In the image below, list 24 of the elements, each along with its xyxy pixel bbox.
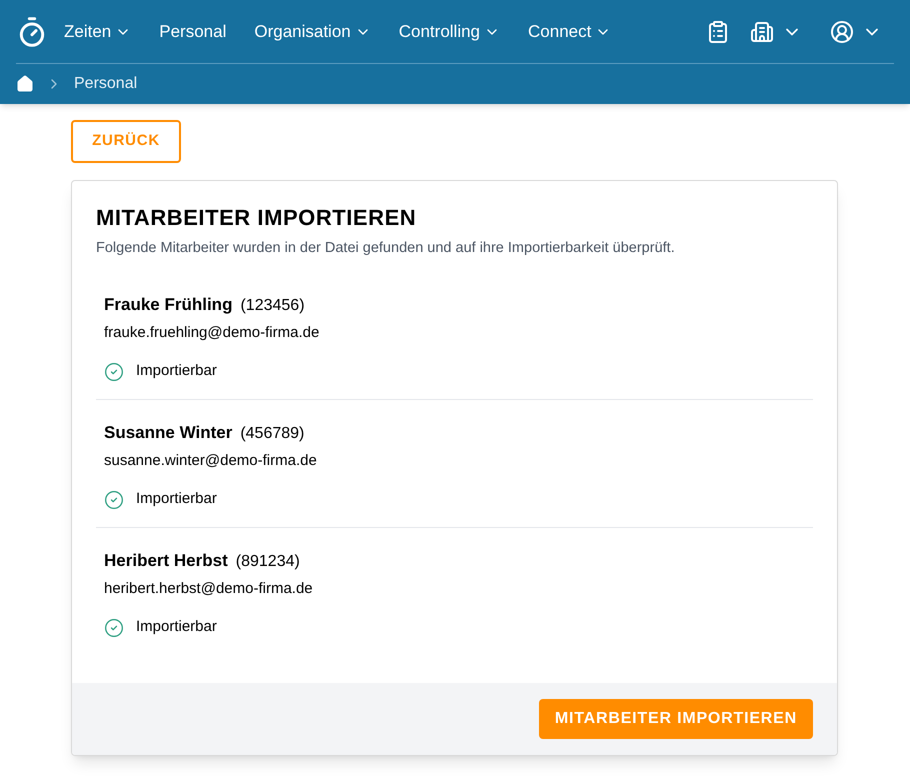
breadcrumb-item[interactable]: Personal	[74, 72, 138, 96]
card-title: MITARBEITER IMPORTIEREN	[96, 204, 418, 232]
employee-number: (891234)	[236, 552, 300, 572]
import-status: Importierbar	[136, 617, 217, 638]
card-subtitle: Folgende Mitarbeiter wurden in der Datei gefunden und auf ihre Importierbarkeit überprüft.	[96, 239, 676, 258]
employee-name: Frauke Frühling	[104, 294, 232, 316]
employee-name: Heribert Herbst	[104, 550, 228, 572]
employee-number: (456789)	[240, 424, 304, 444]
employee-email: frauke.fruehling@demo-firma.de	[104, 322, 320, 343]
employee-name: Susanne Winter	[104, 422, 232, 444]
user-avatar-icon[interactable]	[830, 20, 854, 44]
nav-menu-item[interactable]: Organisation	[254, 18, 371, 44]
home-icon[interactable]	[16, 75, 34, 93]
import-status: Importierbar	[136, 489, 217, 510]
nav-menu-item[interactable]: Connect	[528, 18, 612, 44]
documents-icon[interactable]	[706, 20, 730, 44]
import-status: Importierbar	[136, 361, 217, 382]
employee-number: (123456)	[240, 296, 305, 316]
nav-menu-item[interactable]: Zeiten	[64, 18, 132, 44]
nav-menu-item[interactable]: Controlling	[398, 18, 500, 44]
employee-email: susanne.winter@demo-firma.de	[104, 450, 318, 471]
building-icon[interactable]	[750, 20, 774, 44]
employee-email: heribert.herbst@demo-firma.de	[104, 578, 314, 599]
nav-menu-item[interactable]: Personal	[159, 18, 226, 44]
